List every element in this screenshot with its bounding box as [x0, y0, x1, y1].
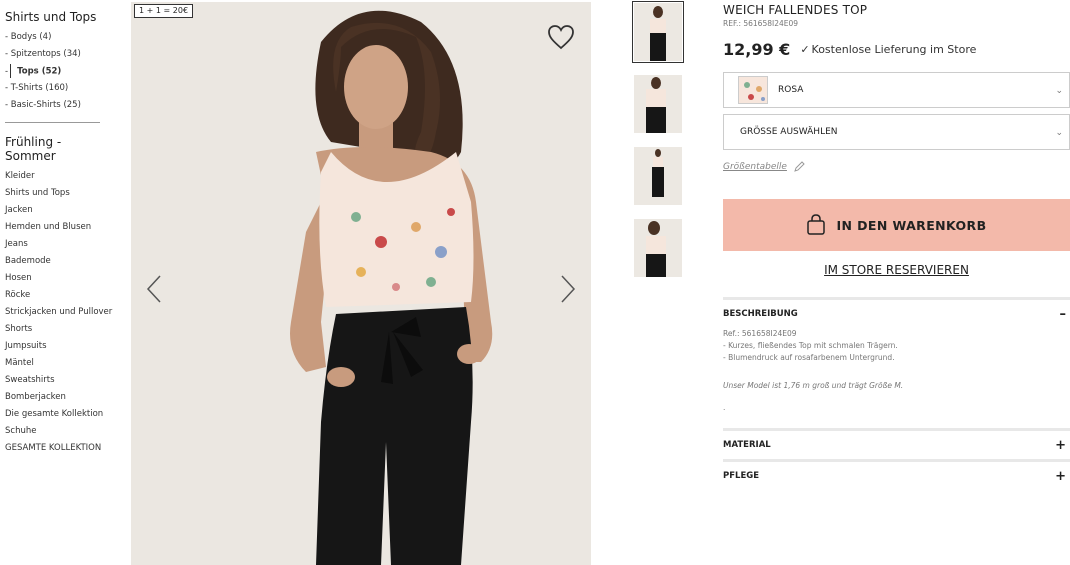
sidebar-category[interactable]: Shorts: [5, 322, 105, 339]
category-sidebar: Shirts und Tops - Bodys (4) - Spitzentop…: [5, 10, 112, 458]
thumbnail-2[interactable]: [634, 75, 682, 133]
sidebar-category[interactable]: Sweatshirts: [5, 373, 105, 390]
chevron-down-icon: ⌄: [1055, 86, 1063, 96]
material-section: MATERIAL +: [723, 428, 1070, 459]
sidebar-category[interactable]: Jumpsuits: [5, 339, 105, 356]
sidebar-category[interactable]: GESAMTE KOLLEKTION: [5, 441, 105, 458]
sidebar-title[interactable]: Shirts und Tops: [5, 10, 105, 24]
size-guide-label: Größentabelle: [723, 162, 787, 172]
care-title: PFLEGE: [723, 471, 760, 481]
sidebar-categories: Kleider Shirts und Tops Jacken Hemden un…: [5, 169, 112, 458]
chevron-left-icon[interactable]: [145, 274, 163, 304]
thumbnail-image: [634, 147, 682, 205]
expand-icon: +: [1055, 437, 1066, 453]
sidebar-category[interactable]: Die gesamte Kollektion: [5, 407, 105, 424]
material-title: MATERIAL: [723, 440, 771, 450]
thumbnail-strip: [632, 1, 684, 291]
price-row: 12,99 € ✓ Kostenlose Lieferung im Store: [723, 39, 1070, 59]
product-main-image[interactable]: 1 + 1 = 20€: [131, 2, 591, 565]
sidebar-category[interactable]: Kleider: [5, 169, 105, 186]
season-title-line2: Sommer: [5, 149, 56, 163]
add-to-cart-button[interactable]: IN DEN WARENKORB: [723, 199, 1070, 251]
sidebar-category[interactable]: Schuhe: [5, 424, 105, 441]
sidebar-item-label: Tops (52): [17, 66, 62, 77]
delivery-info: ✓ Kostenlose Lieferung im Store: [800, 43, 976, 56]
thumbnail-image: [634, 3, 682, 61]
sidebar-item-tops[interactable]: - Tops (52): [5, 64, 105, 81]
size-select-label: GRÖSSE AUSWÄHLEN: [740, 127, 838, 137]
chevron-down-icon: ⌄: [1055, 128, 1063, 138]
sidebar-category[interactable]: Bademode: [5, 254, 105, 271]
description-body: Ref.: 561658I24E09 - Kurzes, fließendes …: [723, 328, 1070, 428]
thumbnail-image: [634, 75, 682, 133]
description-header[interactable]: BESCHREIBUNG –: [723, 300, 1070, 328]
promo-badge: 1 + 1 = 20€: [134, 4, 194, 18]
sidebar-category[interactable]: Röcke: [5, 288, 105, 305]
shopping-bag-icon: [807, 214, 826, 235]
delivery-text: Kostenlose Lieferung im Store: [811, 42, 977, 56]
product-title: WEICH FALLENDES TOP: [723, 3, 868, 17]
swatch-pattern: [739, 77, 767, 103]
sidebar-category[interactable]: Shirts und Tops: [5, 186, 105, 203]
color-select[interactable]: ROSA ⌄: [723, 72, 1070, 108]
thumbnail-1[interactable]: [632, 1, 684, 63]
sidebar-category[interactable]: Jacken: [5, 203, 105, 220]
description-section: BESCHREIBUNG – Ref.: 561658I24E09 - Kurz…: [723, 297, 1070, 428]
sidebar-item-spitzentops[interactable]: - Spitzentops (34): [5, 47, 105, 64]
care-section: PFLEGE +: [723, 459, 1070, 490]
reserve-in-store-link[interactable]: IM STORE RESERVIEREN: [723, 262, 1070, 278]
season-title: Frühling - Sommer: [5, 135, 105, 163]
sidebar-item-basic-shirts[interactable]: - Basic-Shirts (25): [5, 98, 105, 115]
sidebar-item-bodys[interactable]: - Bodys (4): [5, 30, 105, 47]
product-info: WEICH FALLENDES TOP REF.: 561658I24E09 1…: [723, 0, 1070, 490]
sidebar-subcategories: - Bodys (4) - Spitzentops (34) - Tops (52…: [5, 30, 105, 115]
description-end: .: [723, 403, 726, 412]
model-info: Unser Model ist 1,76 m groß und trägt Gr…: [723, 381, 904, 390]
model-photo: [131, 2, 591, 565]
sidebar-item-prefix: -: [5, 66, 9, 77]
care-header[interactable]: PFLEGE +: [723, 462, 1070, 490]
sidebar-category[interactable]: Strickjacken und Pullover: [5, 305, 112, 322]
material-header[interactable]: MATERIAL +: [723, 431, 1070, 459]
sidebar-category[interactable]: Jeans: [5, 237, 105, 254]
sidebar-category[interactable]: Hosen: [5, 271, 105, 288]
description-title: BESCHREIBUNG: [723, 309, 798, 319]
description-line: - Kurzes, fließendes Top mit schmalen Tr…: [723, 341, 898, 350]
color-select-label: ROSA: [778, 85, 804, 95]
sidebar-category[interactable]: Mäntel: [5, 356, 105, 373]
heart-icon[interactable]: [547, 24, 575, 50]
sidebar-item-tshirts[interactable]: - T-Shirts (160): [5, 81, 105, 98]
active-indicator: [10, 64, 12, 78]
season-title-line1: Frühling -: [5, 135, 62, 149]
thumbnail-3[interactable]: [634, 147, 682, 205]
description-line: - Blumendruck auf rosafarbenem Untergrun…: [723, 353, 895, 362]
size-guide-link[interactable]: Größentabelle: [723, 161, 1070, 173]
thumbnail-4[interactable]: [634, 219, 682, 277]
chevron-right-icon[interactable]: [559, 274, 577, 304]
product-price: 12,99 €: [723, 39, 791, 59]
check-icon: ✓: [800, 42, 810, 56]
sidebar-divider: [5, 122, 100, 123]
thumbnail-image: [634, 219, 682, 277]
color-swatch: [738, 76, 768, 104]
add-to-cart-label: IN DEN WARENKORB: [836, 217, 987, 233]
pencil-icon: [794, 161, 805, 172]
size-select[interactable]: GRÖSSE AUSWÄHLEN ⌄: [723, 114, 1070, 150]
collapse-icon: –: [1059, 306, 1067, 322]
description-line: Ref.: 561658I24E09: [723, 329, 797, 338]
product-ref: REF.: 561658I24E09: [723, 19, 799, 28]
sidebar-category[interactable]: Hemden und Blusen: [5, 220, 105, 237]
sidebar-category[interactable]: Bomberjacken: [5, 390, 105, 407]
expand-icon: +: [1055, 468, 1066, 484]
